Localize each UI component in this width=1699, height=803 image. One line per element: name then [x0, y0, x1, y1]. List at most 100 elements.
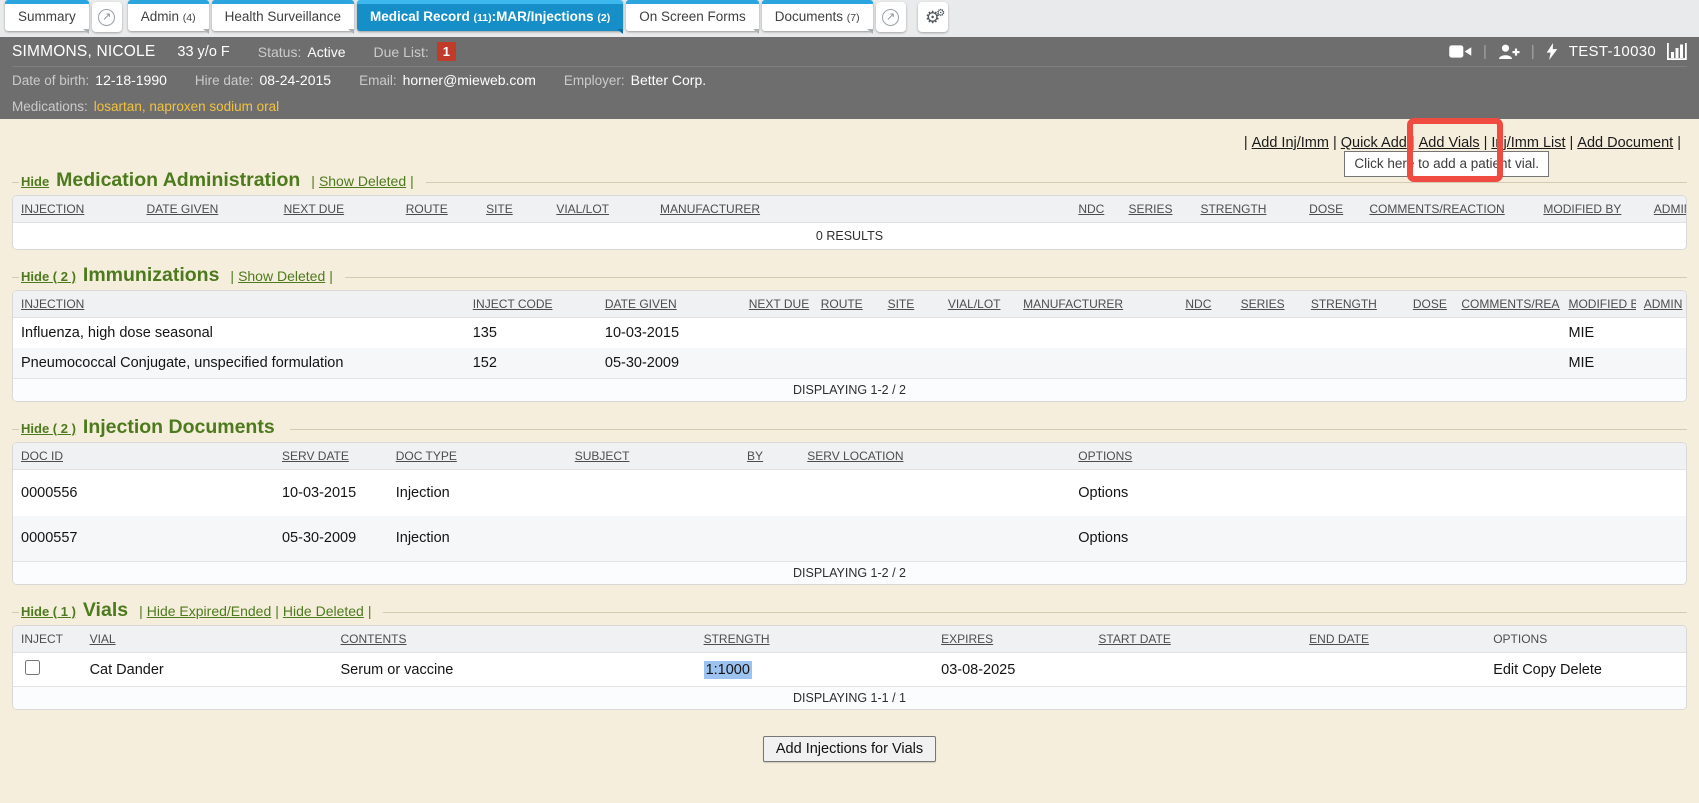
- col-start-date[interactable]: START DATE: [1090, 626, 1301, 653]
- col-dose[interactable]: DOSE: [1405, 291, 1454, 318]
- add-inj-imm-link[interactable]: Add Inj/Imm: [1252, 135, 1329, 151]
- col-admin[interactable]: ADMIN: [1636, 291, 1686, 318]
- col-contents[interactable]: CONTENTS: [333, 626, 696, 653]
- email-label: Email:: [359, 73, 397, 88]
- cell-serv-date: 05-30-2009: [274, 516, 388, 562]
- hide-deleted-link[interactable]: Hide Deleted: [283, 603, 364, 619]
- add-user-icon[interactable]: [1498, 44, 1520, 60]
- table-row[interactable]: 0000556 10-03-2015 Injection Options: [13, 470, 1686, 516]
- col-expires[interactable]: EXPIRES: [933, 626, 1090, 653]
- add-injections-for-vials-button[interactable]: Add Injections for Vials: [763, 736, 936, 762]
- col-subject[interactable]: SUBJECT: [567, 443, 739, 470]
- cell-options[interactable]: Options: [1070, 470, 1686, 516]
- col-doc-type[interactable]: DOC TYPE: [388, 443, 567, 470]
- col-next-due[interactable]: NEXT DUE: [741, 291, 813, 318]
- col-serv-date[interactable]: SERV DATE: [274, 443, 388, 470]
- col-site[interactable]: SITE: [880, 291, 940, 318]
- add-vials-link[interactable]: Add Vials: [1419, 135, 1480, 151]
- col-admin[interactable]: ADMIN: [1646, 196, 1686, 223]
- col-date-given[interactable]: DATE GIVEN: [597, 291, 741, 318]
- tab-documents[interactable]: Documents (7): [762, 0, 873, 31]
- tab-on-screen-forms[interactable]: On Screen Forms: [626, 0, 759, 31]
- col-comments-reaction[interactable]: COMMENTS/REACTION: [1453, 291, 1560, 318]
- cell-empty: [799, 470, 1070, 516]
- col-ndc[interactable]: NDC: [1070, 196, 1120, 223]
- table-header-row: INJECT VIAL CONTENTS STRENGTH EXPIRES ST…: [13, 626, 1686, 653]
- col-strength[interactable]: STRENGTH: [696, 626, 934, 653]
- status-value: Active: [307, 44, 345, 60]
- col-serv-location[interactable]: SERV LOCATION: [799, 443, 1070, 470]
- hide-link[interactable]: Hide ( 2 ): [21, 421, 76, 436]
- medications-list[interactable]: losartan, naproxen sodium oral: [94, 99, 279, 114]
- hide-link[interactable]: Hide: [21, 174, 49, 189]
- col-series[interactable]: SERIES: [1121, 196, 1193, 223]
- table-row[interactable]: Pneumococcal Conjugate, unspecified form…: [13, 348, 1686, 379]
- hide-link[interactable]: Hide ( 1 ): [21, 604, 76, 619]
- tab-summary[interactable]: Summary: [5, 0, 89, 31]
- hide-link[interactable]: Hide ( 2 ): [21, 269, 76, 284]
- col-series[interactable]: SERIES: [1233, 291, 1303, 318]
- col-modified-by[interactable]: MODIFIED BY: [1535, 196, 1645, 223]
- empty-results-row: 0 RESULTS: [13, 223, 1686, 250]
- documents-popout-button[interactable]: ↗: [876, 2, 906, 32]
- tab-medical-record-active[interactable]: Medical Record (11):MAR/Injections (2): [357, 0, 623, 31]
- col-vial[interactable]: VIAL: [82, 626, 333, 653]
- add-vials-tooltip: Click here to add a patient vial.: [1344, 151, 1549, 177]
- edit-link[interactable]: Edit: [1493, 662, 1518, 678]
- col-comments-reaction[interactable]: COMMENTS/REACTION: [1361, 196, 1535, 223]
- col-vial-lot[interactable]: VIAL/LOT: [548, 196, 652, 223]
- tab-fold: [867, 29, 873, 34]
- cell-empty: [1233, 348, 1303, 379]
- due-list-badge[interactable]: 1: [437, 42, 456, 61]
- quick-add-link[interactable]: Quick Add: [1341, 135, 1407, 151]
- immunizations-table: INJECTION INJECT CODE DATE GIVEN NEXT DU…: [12, 290, 1687, 402]
- cell-empty: [880, 318, 940, 349]
- cell-doc-id: 0000557: [13, 516, 274, 562]
- col-ndc[interactable]: NDC: [1177, 291, 1232, 318]
- col-site[interactable]: SITE: [478, 196, 548, 223]
- tab-fold: [617, 29, 623, 34]
- footer-button-row: Add Injections for Vials: [12, 720, 1687, 762]
- tab-admin[interactable]: Admin (4): [128, 0, 209, 31]
- col-modified-by[interactable]: MODIFIED BY: [1560, 291, 1635, 318]
- popout-icon: ↗: [98, 9, 115, 26]
- col-manufacturer[interactable]: MANUFACTURER: [1015, 291, 1177, 318]
- col-inject-code[interactable]: INJECT CODE: [465, 291, 597, 318]
- col-next-due[interactable]: NEXT DUE: [276, 196, 398, 223]
- table-row[interactable]: 0000557 05-30-2009 Injection Options: [13, 516, 1686, 562]
- col-route[interactable]: ROUTE: [813, 291, 880, 318]
- show-deleted-link[interactable]: Show Deleted: [238, 268, 325, 284]
- tab-health-surveillance[interactable]: Health Surveillance: [212, 0, 354, 31]
- col-injection[interactable]: INJECTION: [13, 196, 138, 223]
- separator: |: [226, 268, 238, 284]
- bar-chart-icon[interactable]: [1667, 43, 1687, 60]
- col-doc-id[interactable]: DOC ID: [13, 443, 274, 470]
- col-dose[interactable]: DOSE: [1301, 196, 1361, 223]
- show-deleted-link[interactable]: Show Deleted: [319, 173, 406, 189]
- col-route[interactable]: ROUTE: [398, 196, 478, 223]
- summary-popout-button[interactable]: ↗: [92, 2, 122, 32]
- col-date-given[interactable]: DATE GIVEN: [138, 196, 275, 223]
- col-end-date[interactable]: END DATE: [1301, 626, 1485, 653]
- inj-imm-list-link[interactable]: Inj/Imm List: [1491, 135, 1565, 151]
- main-content: |Add Inj/Imm|Quick Add|Add Vials|Inj/Imm…: [0, 119, 1699, 762]
- lightning-icon[interactable]: [1546, 43, 1558, 60]
- medication-administration-table: INJECTION DATE GIVEN NEXT DUE ROUTE SITE…: [12, 195, 1687, 250]
- cell-options[interactable]: Options: [1070, 516, 1686, 562]
- add-document-link[interactable]: Add Document: [1577, 135, 1673, 151]
- settings-button[interactable]: ⚙: [918, 2, 948, 32]
- col-options[interactable]: OPTIONS: [1070, 443, 1686, 470]
- col-vial-lot[interactable]: VIAL/LOT: [940, 291, 1015, 318]
- table-row[interactable]: Influenza, high dose seasonal 135 10-03-…: [13, 318, 1686, 349]
- video-camera-icon[interactable]: [1449, 44, 1472, 59]
- col-injection[interactable]: INJECTION: [13, 291, 465, 318]
- delete-link[interactable]: Delete: [1560, 662, 1602, 678]
- table-row[interactable]: Cat Dander Serum or vaccine 1:1000 03-08…: [13, 653, 1686, 687]
- col-strength[interactable]: STRENGTH: [1303, 291, 1405, 318]
- hide-expired-ended-link[interactable]: Hide Expired/Ended: [147, 603, 272, 619]
- col-by[interactable]: BY: [739, 443, 799, 470]
- col-strength[interactable]: STRENGTH: [1192, 196, 1301, 223]
- col-manufacturer[interactable]: MANUFACTURER: [652, 196, 1070, 223]
- copy-link[interactable]: Copy: [1522, 662, 1556, 678]
- inject-checkbox[interactable]: [25, 660, 40, 675]
